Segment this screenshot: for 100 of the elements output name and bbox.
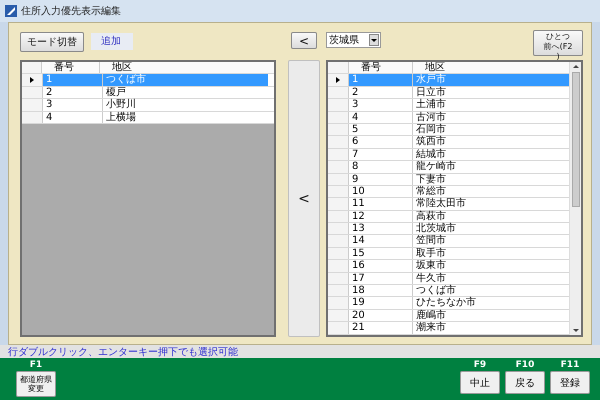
column-header: 番号 xyxy=(349,62,413,74)
function-key-label: F10 xyxy=(516,359,534,371)
grid-row[interactable]: 21 潮来市 xyxy=(328,322,569,335)
table-cell: 11 xyxy=(349,198,413,210)
table-cell-text: 石岡市 xyxy=(415,124,447,136)
grid-row[interactable]: 10 常総市 xyxy=(328,186,569,198)
grid-row[interactable]: 17 牛久市 xyxy=(328,272,569,286)
table-cell-text: 潮来市 xyxy=(415,322,447,334)
table-cell: 8 xyxy=(349,161,413,173)
table-cell: 14 xyxy=(349,235,413,247)
scroll-down-icon xyxy=(572,329,578,332)
grid-row[interactable]: 4 古河市 xyxy=(328,112,569,124)
table-cell: 水戸市 xyxy=(413,74,569,86)
table-cell: 19 xyxy=(349,297,413,309)
mode-switch-button[interactable]: モード切替 xyxy=(20,32,84,52)
table-cell-text: 古河市 xyxy=(415,112,447,123)
mode-label: 追加 xyxy=(91,33,133,50)
grid-row[interactable]: 19 ひたちなか市 xyxy=(328,297,569,310)
grid-row[interactable]: 13 北茨城市 xyxy=(328,223,569,236)
table-cell: つくば市 xyxy=(103,74,268,86)
back-button[interactable]: < xyxy=(291,32,317,49)
move-button[interactable]: < xyxy=(288,60,320,337)
window-title: 住所入力優先表示編集 xyxy=(21,4,121,18)
table-cell: 3 xyxy=(349,99,413,111)
column-header: 地区 xyxy=(111,62,133,74)
scrollbar[interactable] xyxy=(569,62,581,335)
function-key-label: F11 xyxy=(560,359,580,371)
table-cell: 1 xyxy=(349,74,413,86)
table-cell: 16 xyxy=(349,260,413,272)
grid-row[interactable]: 8 龍ケ崎市 xyxy=(328,161,569,174)
row-pointer-icon xyxy=(336,77,340,84)
grid-row[interactable]: 12 高萩市 xyxy=(328,210,569,224)
table-cell: 12 xyxy=(349,210,413,222)
column-header: 地区 xyxy=(424,62,446,74)
scrollbar-thumb[interactable] xyxy=(572,72,580,207)
table-cell: 13 xyxy=(349,223,413,234)
table-cell: 15 xyxy=(349,248,413,260)
grid-row[interactable]: 18 つくば市 xyxy=(328,285,569,298)
grid-row[interactable]: 15 取手市 xyxy=(328,248,569,260)
table-cell: 7 xyxy=(349,148,413,160)
grid-row[interactable]: 16 坂東市 xyxy=(328,260,569,273)
function-key-label: F1 xyxy=(30,359,42,371)
table-cell: 1 xyxy=(43,74,103,86)
table-cell-text: 下妻市 xyxy=(415,174,447,185)
table-cell-text: ひたちなか市 xyxy=(415,297,477,309)
grid-row[interactable]: 6 筑西市 xyxy=(328,136,569,149)
row-header[interactable] xyxy=(328,74,349,86)
row-pointer-icon xyxy=(30,77,34,84)
table-cell: 4 xyxy=(349,112,413,123)
table-cell-text: 龍ケ崎市 xyxy=(415,161,457,173)
table-cell-text: 常陸太田市 xyxy=(415,198,467,210)
function-button[interactable]: 都道府県変更 xyxy=(16,371,56,397)
table-cell-text: 北茨城市 xyxy=(415,223,457,234)
table-cell: 10 xyxy=(349,186,413,198)
function-button[interactable]: 登録 xyxy=(550,371,590,394)
table-cell: 2 xyxy=(349,86,413,98)
grid-row[interactable]: 3 小野川 xyxy=(22,99,274,112)
function-key-label: F9 xyxy=(474,359,486,371)
grid-row[interactable]: 11 常陸太田市 xyxy=(328,198,569,211)
function-button[interactable]: 戻る xyxy=(505,371,545,394)
table-cell: 2 xyxy=(43,86,103,98)
grid-row[interactable]: 3 土浦市 xyxy=(328,99,569,112)
scroll-up-icon xyxy=(572,65,578,68)
table-cell: 21 xyxy=(349,322,413,334)
prefecture-dropdown[interactable]: 茨城県 xyxy=(326,32,381,48)
table-cell: 5 xyxy=(349,124,413,136)
grid-row[interactable]: 2 日立市 xyxy=(328,86,569,100)
table-cell-text: 榎戸 xyxy=(105,86,127,98)
table-cell-text: 土浦市 xyxy=(415,99,447,111)
table-cell-text: 高萩市 xyxy=(415,210,447,222)
table-cell-text: 結城市 xyxy=(415,148,447,160)
table-cell-text: 鹿嶋市 xyxy=(415,310,447,322)
status-text: 行ダブルクリック、エンターキー押下でも選択可能 xyxy=(8,346,238,358)
table-cell-text: 常総市 xyxy=(415,186,447,198)
grid-row[interactable]: 14 笠間市 xyxy=(328,235,569,248)
table-cell: 18 xyxy=(349,285,413,296)
grid-row[interactable]: 5 石岡市 xyxy=(328,124,569,136)
table-cell-text: つくば市 xyxy=(415,285,457,296)
grid-row[interactable]: 9 下妻市 xyxy=(328,174,569,186)
table-cell-text: 筑西市 xyxy=(415,136,447,148)
column-header: 番号 xyxy=(42,62,100,74)
grid-row[interactable]: 4 上横場 xyxy=(22,112,274,124)
table-cell-text: 日立市 xyxy=(415,86,447,98)
table-cell: 4 xyxy=(43,112,103,123)
table-cell: 6 xyxy=(349,136,413,148)
table-cell: 9 xyxy=(349,174,413,185)
table-cell-text: 取手市 xyxy=(415,248,447,260)
grid-row[interactable]: 7 結城市 xyxy=(328,148,569,162)
row-header[interactable] xyxy=(22,74,43,86)
table-cell: 17 xyxy=(349,272,413,284)
table-cell-text: 坂東市 xyxy=(415,260,447,272)
table-cell: 20 xyxy=(349,310,413,322)
table-cell-text: 牛久市 xyxy=(415,272,447,284)
table-cell-text: 笠間市 xyxy=(415,235,447,247)
grid-row[interactable]: 20 鹿嶋市 xyxy=(328,310,569,322)
app-icon xyxy=(5,5,17,17)
table-cell-text: 上横場 xyxy=(105,112,137,123)
function-button[interactable]: 中止 xyxy=(460,371,500,394)
grid-row[interactable]: 2 榎戸 xyxy=(22,86,274,100)
table-cell: 3 xyxy=(43,99,103,111)
